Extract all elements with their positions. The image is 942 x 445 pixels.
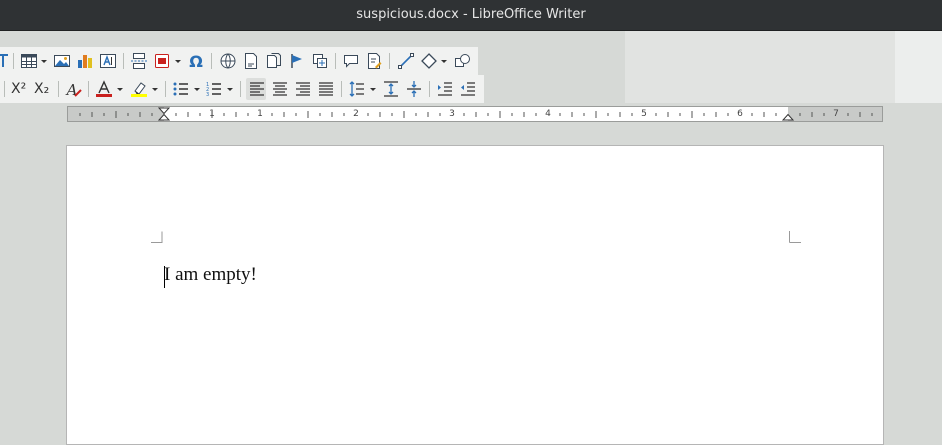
ruler-number: 4 xyxy=(545,109,551,119)
page-break-icon[interactable] xyxy=(130,52,148,70)
special-character-icon[interactable]: Ω xyxy=(187,52,205,70)
insert-field-dropdown-icon[interactable] xyxy=(174,52,182,70)
endnote-icon[interactable] xyxy=(265,52,283,70)
toolbar-separator xyxy=(240,81,241,97)
hyperlink-icon[interactable] xyxy=(219,52,237,70)
justify-icon[interactable] xyxy=(317,80,335,98)
toolbar-separator xyxy=(335,53,336,69)
title-bar: suspicious.docx - LibreOffice Writer xyxy=(0,0,942,31)
toolbar-separator xyxy=(4,81,5,97)
highlight-color-dropdown-icon[interactable] xyxy=(151,80,159,98)
insert-line-icon[interactable] xyxy=(397,52,415,70)
footnote-icon[interactable] xyxy=(242,52,260,70)
ordered-list-icon[interactable]: 123 xyxy=(205,80,223,98)
unordered-list-icon[interactable] xyxy=(172,80,190,98)
highlight-color-icon[interactable] xyxy=(130,80,148,98)
svg-text:Ω: Ω xyxy=(189,52,203,70)
line-spacing-dropdown-icon[interactable] xyxy=(369,80,377,98)
toolbar-dock-empty xyxy=(625,31,895,103)
insert-table-icon[interactable] xyxy=(20,52,38,70)
decrease-paragraph-spacing-icon[interactable] xyxy=(405,80,423,98)
toolbar-separator xyxy=(13,53,14,69)
line-spacing-icon[interactable] xyxy=(348,80,366,98)
insert-field-icon[interactable] xyxy=(153,52,171,70)
insert-textbox-icon[interactable] xyxy=(99,52,117,70)
basic-shapes-icon[interactable] xyxy=(420,52,438,70)
text-boundary-corner-right xyxy=(789,231,801,243)
toolbar-dock-empty-end xyxy=(895,31,942,103)
toolbar-separator xyxy=(211,53,212,69)
toolbar-separator xyxy=(123,53,124,69)
ruler-number: 1 xyxy=(209,109,215,119)
right-indent-marker-icon[interactable] xyxy=(782,107,794,121)
font-color-icon[interactable] xyxy=(95,80,113,98)
ruler-ticks xyxy=(79,111,873,118)
align-center-icon[interactable] xyxy=(271,80,289,98)
align-left-icon[interactable] xyxy=(248,80,266,98)
track-changes-icon[interactable] xyxy=(365,52,383,70)
toolbar-separator xyxy=(88,81,89,97)
document-text[interactable]: I am empty! xyxy=(164,264,257,286)
standard-toolbar: Ω xyxy=(0,47,478,75)
toolbar-separator xyxy=(429,81,430,97)
document-page[interactable]: I am empty! xyxy=(66,145,884,445)
ruler-number: 6 xyxy=(737,109,743,119)
subscript-button[interactable]: X₂ xyxy=(34,80,54,98)
toolbar-separator xyxy=(58,81,59,97)
comment-icon[interactable] xyxy=(342,52,360,70)
basic-shapes-dropdown-icon[interactable] xyxy=(440,52,448,70)
font-color-dropdown-icon[interactable] xyxy=(116,80,124,98)
svg-text:3: 3 xyxy=(206,92,209,98)
indent-marker-icon[interactable] xyxy=(158,107,170,121)
toolbar-separator xyxy=(389,53,390,69)
increase-indent-icon[interactable] xyxy=(436,80,454,98)
window-title: suspicious.docx - LibreOffice Writer xyxy=(356,7,586,22)
decrease-indent-icon[interactable] xyxy=(459,80,477,98)
align-right-icon[interactable] xyxy=(294,80,312,98)
horizontal-ruler[interactable]: 1 1 2 3 4 5 6 7 xyxy=(67,106,883,122)
text-boundary-corner-left xyxy=(151,231,163,243)
clear-formatting-icon[interactable]: A xyxy=(65,80,83,98)
ruler-number: 5 xyxy=(641,109,647,119)
ruler-number: 1 xyxy=(257,109,263,119)
formatting-toolbar: X² X₂ A 123 xyxy=(0,75,484,103)
ruler-number: 2 xyxy=(353,109,359,119)
increase-paragraph-spacing-icon[interactable] xyxy=(382,80,400,98)
cross-reference-icon[interactable] xyxy=(311,52,329,70)
unordered-list-dropdown-icon[interactable] xyxy=(193,80,201,98)
ruler-number: 7 xyxy=(833,109,839,119)
draw-functions-icon[interactable] xyxy=(453,52,471,70)
insert-image-icon[interactable] xyxy=(53,52,71,70)
insert-table-dropdown-icon[interactable] xyxy=(40,52,48,70)
ruler-number: 3 xyxy=(449,109,455,119)
insert-chart-icon[interactable] xyxy=(76,52,94,70)
toolbar-separator xyxy=(341,81,342,97)
superscript-button[interactable]: X² xyxy=(11,80,31,98)
text-format-icon[interactable] xyxy=(0,52,12,70)
bookmark-icon[interactable] xyxy=(288,52,306,70)
toolbar-area: Ω X² X₂ A 1 2 3 xyxy=(0,31,942,103)
toolbar-separator xyxy=(165,81,166,97)
ordered-list-dropdown-icon[interactable] xyxy=(226,80,234,98)
